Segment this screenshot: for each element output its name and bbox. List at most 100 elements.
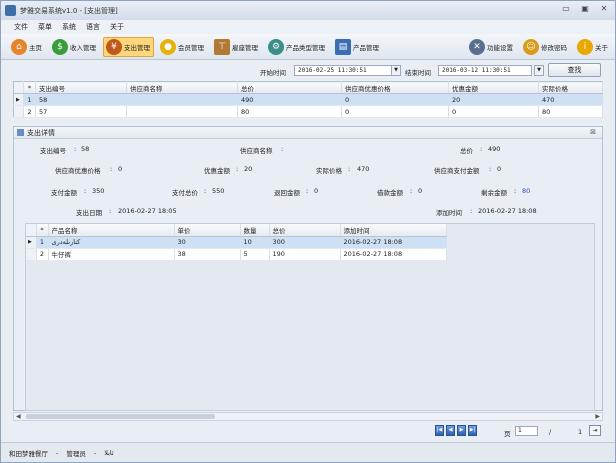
start-time-input[interactable]: 2016-02-25 11:30:51 — [294, 65, 392, 76]
cell: 57 — [35, 105, 127, 118]
discount-label: 优惠金额 — [204, 167, 230, 175]
column-header[interactable]: 单价 — [174, 224, 241, 237]
table-row[interactable]: ▶ 1 58 490 0 20 470 — [13, 93, 603, 106]
cell: 10 — [240, 236, 270, 249]
column-header[interactable]: 供应商优惠价格 — [341, 81, 449, 94]
refund-label: 退回金额 — [274, 189, 300, 197]
cell: 490 — [237, 93, 342, 106]
actual-price-value: 470 — [357, 165, 370, 173]
column-header[interactable]: * — [23, 81, 36, 94]
member-button[interactable]: ● 会员管理 — [157, 37, 208, 57]
title-bar: 梦雅交易系统v1.0 - [支出管理] ▭ ▣ ✕ — [1, 1, 615, 20]
expense-button[interactable]: ¥ 支出管理 — [103, 36, 154, 57]
change-password-button[interactable]: ☺ 修改密码 — [520, 37, 571, 57]
column-header[interactable]: * — [36, 224, 49, 237]
cell: 0 — [448, 105, 539, 118]
filter-bar: 开始时间 2016-02-25 11:30:51 ▼ 结束时间 2016-03-… — [1, 61, 615, 79]
product-button[interactable]: ▤ 产品管理 — [332, 37, 383, 57]
scroll-right-icon[interactable]: ▶ — [595, 413, 600, 420]
cell: 80 — [538, 105, 603, 118]
added-time-value: 2016-02-27 18:08 — [478, 207, 537, 215]
column-header[interactable]: 实际价格 — [538, 81, 603, 94]
cell: 20 — [448, 93, 539, 106]
pager: |◀ ◀ ▶ ▶| — [435, 425, 477, 436]
settings-button[interactable]: ✕ 功能设置 — [466, 37, 517, 57]
about-button[interactable]: i 关于 — [574, 37, 612, 57]
cell: كنارىلەدرى — [48, 236, 175, 249]
column-header[interactable]: 总价 — [237, 81, 342, 94]
cell: 190 — [269, 248, 341, 261]
home-icon: ⌂ — [11, 38, 27, 55]
start-time-label: 开始时间 — [260, 69, 286, 77]
menu-about[interactable]: 关于 — [110, 22, 124, 32]
product-button-label: 产品管理 — [353, 43, 379, 52]
items-grid-area: * 产品名称 单价 数量 总价 添加时间 ▶ 1 كنارىلەدرى 30 1… — [25, 223, 595, 411]
home-button[interactable]: ⌂ 主页 — [8, 37, 46, 57]
table-row[interactable]: ▶ 1 كنارىلەدرى 30 10 300 2016-02-27 18:0… — [26, 236, 447, 249]
column-header[interactable]: 优惠金额 — [448, 81, 539, 94]
search-button[interactable]: 查找 — [548, 63, 601, 77]
scrollbar-thumb[interactable] — [26, 414, 215, 419]
menu-menu[interactable]: 菜单 — [38, 22, 52, 32]
table-button-label: 雇座管理 — [232, 43, 258, 52]
start-time-dropdown-icon[interactable]: ▼ — [391, 65, 401, 76]
page-label: 页 — [504, 430, 511, 438]
paid-total-value: 550 — [212, 187, 225, 195]
column-header[interactable]: 支出编号 — [35, 81, 127, 94]
expense-table: * 支出编号 供应商名称 总价 供应商优惠价格 优惠金额 实际价格 ▶ 1 58… — [13, 81, 603, 118]
items-table: * 产品名称 单价 数量 总价 添加时间 ▶ 1 كنارىلەدرى 30 1… — [26, 224, 447, 261]
next-page-icon[interactable]: ▶ — [457, 425, 466, 436]
member-icon: ● — [160, 38, 176, 55]
detail-icon — [17, 129, 24, 136]
expense-button-label: 支出管理 — [124, 43, 150, 52]
shop-name: 和田梦雅餐厅 — [9, 449, 48, 458]
prev-page-icon[interactable]: ◀ — [446, 425, 455, 436]
refund-value: 0 — [314, 187, 319, 195]
minimize-icon[interactable]: ▭ — [561, 4, 571, 14]
paid-amount-label: 支付金额 — [51, 189, 77, 197]
product-type-button[interactable]: ⚙ 产品类型管理 — [265, 37, 329, 57]
table-row[interactable]: 2 57 80 0 0 80 — [13, 105, 603, 118]
detail-close-icon[interactable]: ⊠ — [590, 128, 596, 136]
end-time-input[interactable]: 2016-03-12 11:30:51 — [438, 65, 532, 76]
row-indicator-icon: ▶ — [26, 236, 37, 249]
expense-date-label: 支出日期 — [76, 209, 102, 217]
income-button[interactable]: $ 收入管理 — [49, 37, 100, 57]
restore-icon[interactable]: ▣ — [580, 4, 590, 14]
expense-id-value: 58 — [81, 145, 90, 153]
go-page-button[interactable]: ⇥ — [589, 425, 601, 436]
supplier-paid-value: 0 — [497, 165, 502, 173]
horizontal-scrollbar[interactable]: ◀ ▶ — [13, 412, 603, 421]
menu-system[interactable]: 系统 — [62, 22, 76, 32]
column-header[interactable]: 数量 — [240, 224, 270, 237]
first-page-icon[interactable]: |◀ — [435, 425, 444, 436]
cell — [126, 93, 238, 106]
column-header[interactable]: 产品名称 — [48, 224, 175, 237]
settings-button-label: 功能设置 — [487, 43, 513, 52]
added-time-label: 添加时间 — [436, 209, 462, 217]
scroll-left-icon[interactable]: ◀ — [16, 413, 21, 420]
menu-file[interactable]: 文件 — [14, 22, 28, 32]
cell: 5 — [240, 248, 270, 261]
expense-date-value: 2016-02-27 18:05 — [118, 207, 177, 215]
cell: 470 — [538, 93, 603, 106]
status-separator: - — [93, 448, 97, 457]
cell: 0 — [341, 105, 449, 118]
cell: 2016-02-27 18:08 — [340, 236, 447, 249]
column-header[interactable]: 添加时间 — [340, 224, 447, 237]
page-input[interactable]: 1 — [515, 426, 538, 436]
column-header[interactable]: 总价 — [269, 224, 341, 237]
cell: 牛仔裤 — [48, 248, 175, 261]
borrow-label: 借款金额 — [377, 189, 403, 197]
actual-price-label: 实际价格 — [316, 167, 342, 175]
table-button[interactable]: ⊤ 雇座管理 — [211, 37, 262, 57]
borrow-value: 0 — [418, 187, 423, 195]
end-time-dropdown-icon[interactable]: ▼ — [534, 65, 544, 76]
cell — [126, 105, 238, 118]
last-page-icon[interactable]: ▶| — [468, 425, 477, 436]
column-header[interactable]: 供应商名称 — [126, 81, 238, 94]
close-icon[interactable]: ✕ — [599, 4, 609, 14]
menu-language[interactable]: 语言 — [86, 22, 100, 32]
table-row[interactable]: 2 牛仔裤 38 5 190 2016-02-27 18:08 — [26, 248, 447, 261]
supplier-name-label: 供应商名称 — [240, 147, 273, 155]
